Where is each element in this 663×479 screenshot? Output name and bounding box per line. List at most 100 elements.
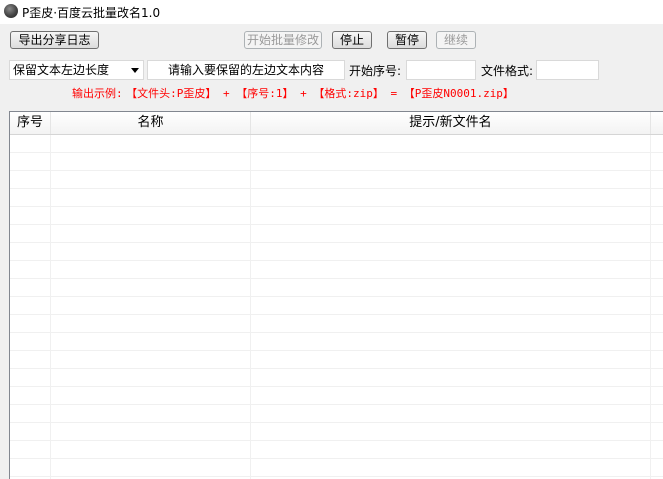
table-cell (51, 423, 251, 441)
table-cell (251, 207, 651, 225)
start-number-input[interactable] (406, 60, 476, 80)
file-table[interactable]: 序号 名称 提示/新文件名 (9, 111, 663, 479)
app-logo-icon (4, 4, 18, 18)
table-cell (51, 207, 251, 225)
table-cell (10, 243, 51, 261)
table-cell (10, 333, 51, 351)
table-row (10, 423, 663, 441)
table-cell (51, 243, 251, 261)
keep-text-placeholder: 请输入要保留的左边文本内容 (167, 63, 324, 77)
table-cell (251, 189, 651, 207)
start-batch-button[interactable]: 开始批量修改 (244, 31, 322, 49)
table-cell (51, 387, 251, 405)
table-cell (251, 441, 651, 459)
table-row (10, 171, 663, 189)
table-cell (10, 135, 51, 153)
table-cell (10, 423, 51, 441)
file-format-label: 文件格式: (481, 64, 534, 78)
export-log-button[interactable]: 导出分享日志 (10, 31, 99, 49)
table-cell (10, 405, 51, 423)
table-row (10, 243, 663, 261)
table-cell (51, 369, 251, 387)
table-cell (251, 351, 651, 369)
chevron-down-icon (131, 68, 139, 73)
table-cell (51, 135, 251, 153)
table-body (10, 135, 663, 479)
table-cell (51, 351, 251, 369)
table-row (10, 405, 663, 423)
table-row (10, 225, 663, 243)
column-header-new-name[interactable]: 提示/新文件名 (251, 112, 651, 134)
table-row (10, 153, 663, 171)
table-cell (10, 153, 51, 171)
start-number-label: 开始序号: (349, 64, 402, 78)
table-row (10, 351, 663, 369)
table-cell (251, 369, 651, 387)
table-row (10, 387, 663, 405)
table-row (10, 315, 663, 333)
table-cell (51, 459, 251, 477)
table-row (10, 333, 663, 351)
table-cell (251, 423, 651, 441)
table-cell (51, 405, 251, 423)
table-cell (10, 207, 51, 225)
table-cell (51, 261, 251, 279)
mode-select[interactable]: 保留文本左边长度 (9, 60, 144, 80)
table-cell (251, 333, 651, 351)
table-cell (251, 171, 651, 189)
table-row (10, 369, 663, 387)
table-header: 序号 名称 提示/新文件名 (10, 112, 663, 135)
table-cell (251, 405, 651, 423)
table-row (10, 297, 663, 315)
file-format-input[interactable] (536, 60, 599, 80)
table-cell (10, 441, 51, 459)
table-cell (10, 171, 51, 189)
table-cell (10, 459, 51, 477)
stop-button[interactable]: 停止 (332, 31, 372, 49)
table-row (10, 261, 663, 279)
table-cell (51, 441, 251, 459)
table-cell (251, 459, 651, 477)
table-cell (10, 387, 51, 405)
table-cell (251, 387, 651, 405)
table-row (10, 279, 663, 297)
table-row (10, 189, 663, 207)
example-text: 【文件头:P歪皮】 + 【序号:1】 + 【格式:zip】 = 【P歪皮N000… (126, 87, 514, 100)
table-cell (51, 315, 251, 333)
table-cell (10, 279, 51, 297)
table-cell (10, 261, 51, 279)
table-cell (251, 153, 651, 171)
table-cell (251, 135, 651, 153)
table-cell (51, 153, 251, 171)
table-cell (10, 315, 51, 333)
column-header-name[interactable]: 名称 (51, 112, 251, 134)
table-cell (51, 333, 251, 351)
table-cell (251, 243, 651, 261)
table-cell (51, 189, 251, 207)
table-cell (51, 297, 251, 315)
table-cell (251, 315, 651, 333)
table-cell (51, 171, 251, 189)
table-cell (10, 351, 51, 369)
table-cell (51, 279, 251, 297)
table-cell (10, 297, 51, 315)
table-row (10, 207, 663, 225)
table-cell (10, 225, 51, 243)
table-cell (251, 279, 651, 297)
window-title: P歪皮·百度云批量改名1.0 (22, 6, 161, 20)
table-row (10, 459, 663, 477)
example-prefix: 输出示例: (72, 87, 123, 100)
table-cell (251, 297, 651, 315)
pause-button[interactable]: 暂停 (387, 31, 427, 49)
keep-text-input[interactable]: 请输入要保留的左边文本内容 (147, 60, 345, 80)
resume-button[interactable]: 继续 (436, 31, 476, 49)
table-cell (51, 225, 251, 243)
column-header-index[interactable]: 序号 (10, 112, 51, 134)
table-row (10, 135, 663, 153)
table-cell (10, 189, 51, 207)
table-cell (10, 369, 51, 387)
output-example: 输出示例: 【文件头:P歪皮】 + 【序号:1】 + 【格式:zip】 = 【P… (72, 85, 514, 101)
mode-select-value: 保留文本左边长度 (13, 63, 110, 77)
title-bar: P歪皮·百度云批量改名1.0 (0, 0, 663, 24)
table-row (10, 441, 663, 459)
